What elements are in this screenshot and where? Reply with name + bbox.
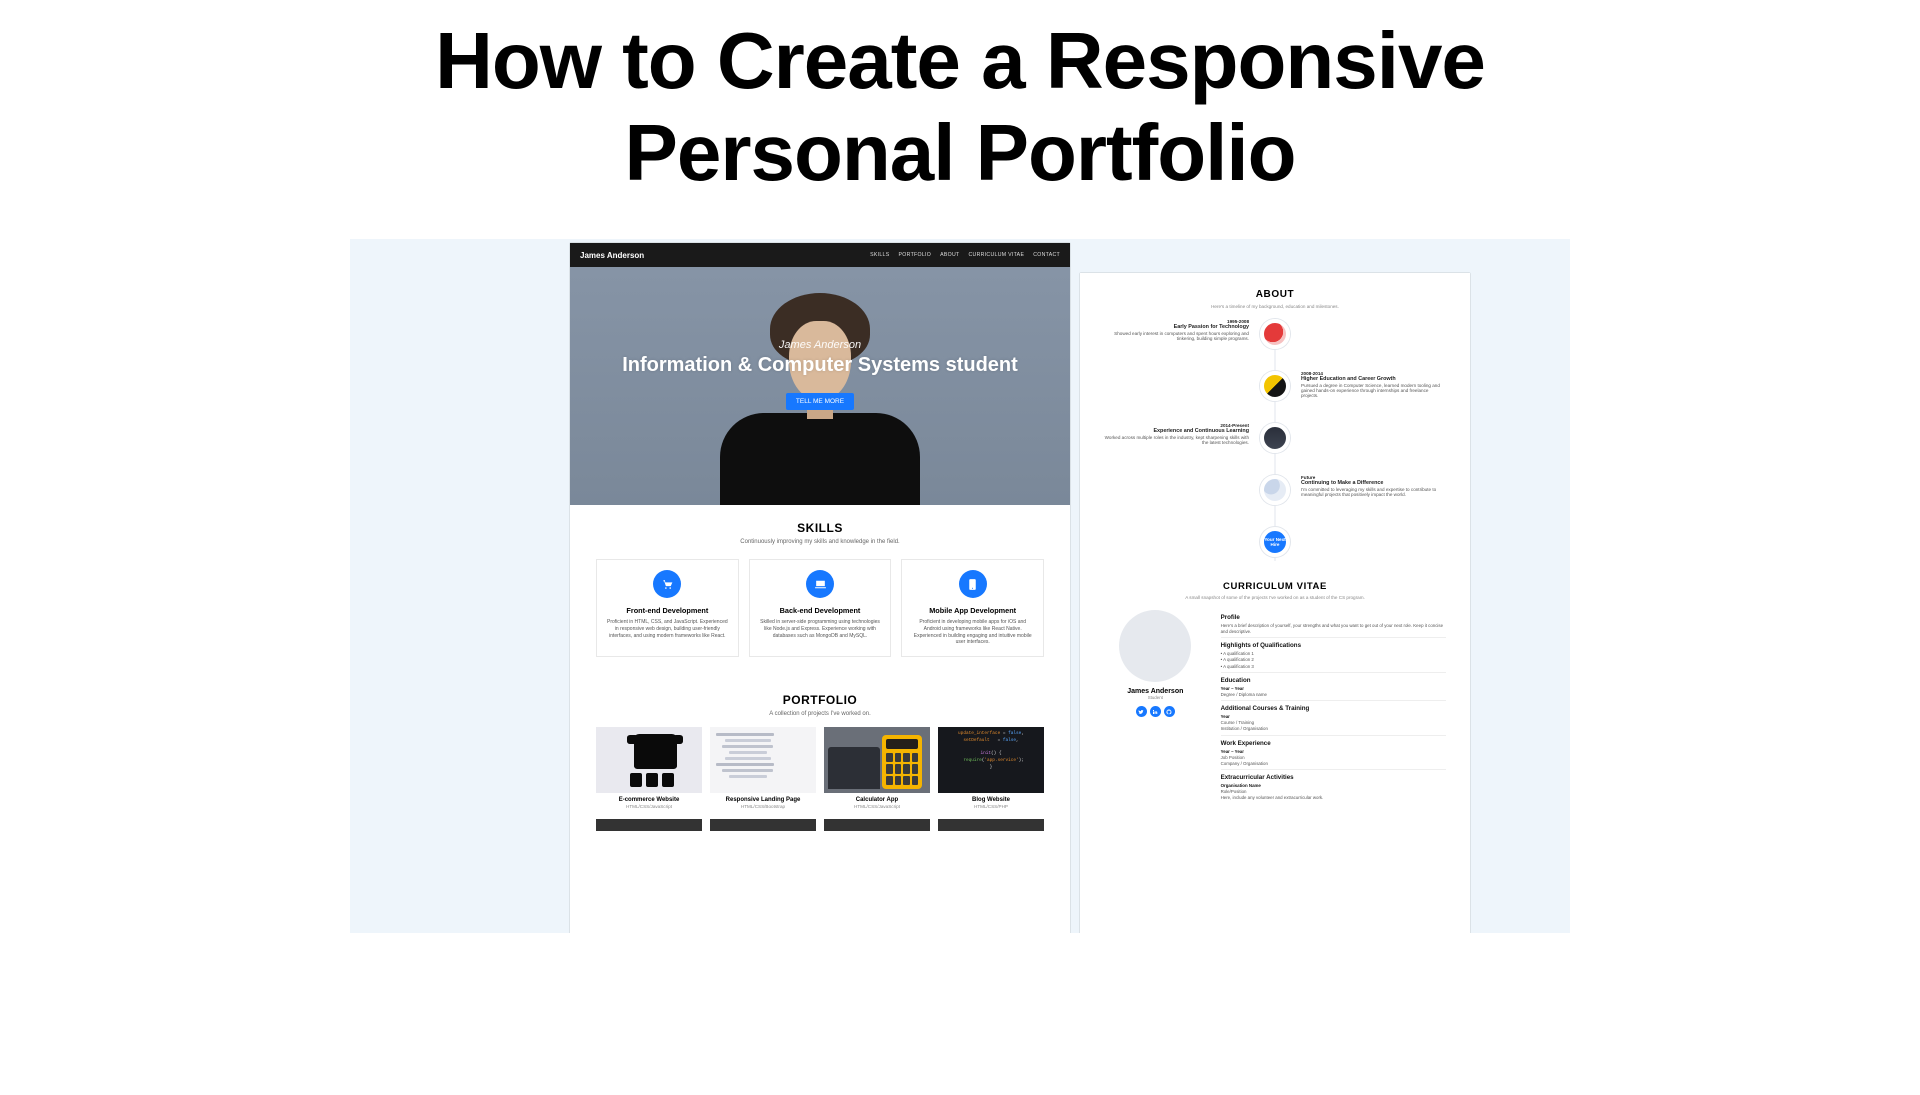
portfolio-tech: HTML/CSS/PHP	[938, 804, 1044, 809]
nav-portfolio[interactable]: PORTFOLIO	[899, 252, 932, 258]
page-title: How to Create a Responsive Personal Port…	[260, 15, 1660, 199]
portfolio-title: E-commerce Website	[596, 797, 702, 803]
cv-section-title: Education	[1221, 677, 1446, 684]
skill-desc: Proficient in developing mobile apps for…	[908, 619, 1037, 646]
cv-profile-text: Here's a brief description of yourself, …	[1221, 623, 1446, 635]
portfolio-title: Blog Website	[938, 797, 1044, 803]
timeline-dot-icon	[1260, 423, 1290, 453]
timeline-text: Pursued a degree in Computer Science, le…	[1301, 383, 1440, 398]
nav-contact[interactable]: CONTACT	[1033, 252, 1060, 258]
about-sub: Here's a timeline of my background, educ…	[1104, 304, 1446, 309]
cv-extra-line: Here, include any volunteer and extracur…	[1221, 795, 1446, 801]
skill-title: Back-end Development	[756, 606, 885, 615]
cv-qual-item: A qualification 3	[1221, 664, 1446, 670]
github-icon[interactable]	[1164, 706, 1175, 717]
timeline-text: Showed early interest in computers and s…	[1114, 331, 1249, 341]
skills-heading: SKILLS	[580, 521, 1060, 535]
timeline-title: Experience and Continuous Learning	[1104, 428, 1249, 434]
portfolio-tech: HTML/CSS/Bootstrap	[710, 804, 816, 809]
portfolio-item[interactable]: Calculator App HTML/CSS/JavaScript	[824, 727, 930, 809]
cart-icon	[653, 570, 681, 598]
cv-name: James Anderson	[1104, 688, 1207, 695]
cv-sidebar: James Anderson Student	[1104, 610, 1207, 802]
timeline-dot-icon	[1260, 319, 1290, 349]
skill-desc: Proficient in HTML, CSS, and JavaScript.…	[603, 619, 732, 639]
cv-section-title: Profile	[1221, 614, 1446, 621]
avatar	[1119, 610, 1191, 682]
brand[interactable]: James Anderson	[580, 251, 644, 260]
about-cv-page-preview: ABOUT Here's a timeline of my background…	[1080, 273, 1470, 933]
cv-section-title: Extracurricular Activities	[1221, 774, 1446, 781]
preview-canvas: James Anderson SKILLS PORTFOLIO ABOUT CU…	[350, 239, 1570, 933]
cv-main: Profile Here's a brief description of yo…	[1221, 610, 1446, 802]
timeline-text: Worked across multiple roles in the indu…	[1105, 435, 1249, 445]
skills-header: SKILLS Continuously improving my skills …	[570, 505, 1070, 551]
skill-card-backend: Back-end Development Skilled in server-s…	[749, 559, 892, 657]
nav-skills[interactable]: SKILLS	[870, 252, 889, 258]
skill-title: Front-end Development	[603, 606, 732, 615]
portfolio-item[interactable]: update_interface = false, setDefault = f…	[938, 727, 1044, 809]
timeline-item: 2014-Present Experience and Continuous L…	[1104, 423, 1446, 475]
cv-edu-line: Degree / Diploma name	[1221, 692, 1446, 698]
portfolio-item[interactable]: Responsive Landing Page HTML/CSS/Bootstr…	[710, 727, 816, 809]
cv-course-line: Institution / Organisation	[1221, 726, 1446, 732]
about-timeline: 1995-2008 Early Passion for Technology S…	[1104, 319, 1446, 561]
timeline-text: I'm committed to leveraging my skills an…	[1301, 487, 1436, 497]
timeline-item: 1995-2008 Early Passion for Technology S…	[1104, 319, 1446, 371]
linkedin-icon[interactable]	[1150, 706, 1161, 717]
portfolio-heading: PORTFOLIO	[580, 693, 1060, 707]
portfolio-row-2-peek	[570, 815, 1070, 831]
timeline-item: 2008-2014 Higher Education and Career Gr…	[1104, 371, 1446, 423]
skills-sub: Continuously improving my skills and kno…	[580, 539, 1060, 545]
about-heading: ABOUT	[1104, 289, 1446, 300]
skill-card-frontend: Front-end Development Proficient in HTML…	[596, 559, 739, 657]
twitter-icon[interactable]	[1136, 706, 1147, 717]
timeline-end: Your Next Hire	[1104, 527, 1446, 561]
portfolio-sub: A collection of projects I've worked on.	[580, 711, 1060, 717]
skill-title: Mobile App Development	[908, 606, 1037, 615]
cv-sub: A small snapshot of some of the projects…	[1104, 595, 1446, 600]
timeline-title: Continuing to Make a Difference	[1301, 480, 1446, 486]
skills-grid: Front-end Development Proficient in HTML…	[570, 551, 1070, 677]
hero-name: James Anderson	[570, 339, 1070, 351]
skill-desc: Skilled in server-side programming using…	[756, 619, 885, 639]
cv-section-title: Work Experience	[1221, 740, 1446, 747]
thumb-ecommerce	[596, 727, 702, 793]
portfolio-tech: HTML/CSS/JavaScript	[824, 804, 930, 809]
cv-body: James Anderson Student Profile Here's a …	[1104, 610, 1446, 802]
laptop-icon	[806, 570, 834, 598]
hero-cta-button[interactable]: TELL ME MORE	[786, 393, 854, 410]
cv-section-title: Additional Courses & Training	[1221, 705, 1446, 712]
nav-links: SKILLS PORTFOLIO ABOUT CURRICULUM VITAE …	[870, 252, 1060, 258]
cv-work-line: Company / Organisation	[1221, 761, 1446, 767]
thumb-landing	[710, 727, 816, 793]
thumb-blog: update_interface = false, setDefault = f…	[938, 727, 1044, 793]
timeline-dot-icon	[1260, 475, 1290, 505]
timeline-item: Future Continuing to Make a Difference I…	[1104, 475, 1446, 527]
timeline-title: Early Passion for Technology	[1104, 324, 1249, 330]
portfolio-title: Calculator App	[824, 797, 930, 803]
portfolio-grid: E-commerce Website HTML/CSS/JavaScript R…	[570, 723, 1070, 809]
timeline-title: Higher Education and Career Growth	[1301, 376, 1446, 382]
hero: James Anderson Information & Computer Sy…	[570, 267, 1070, 505]
cv-heading: CURRICULUM VITAE	[1104, 581, 1446, 592]
navbar: James Anderson SKILLS PORTFOLIO ABOUT CU…	[570, 243, 1070, 267]
thumb-calculator	[824, 727, 930, 793]
portfolio-page-preview: James Anderson SKILLS PORTFOLIO ABOUT CU…	[570, 243, 1070, 933]
cv-section-title: Highlights of Qualifications	[1221, 642, 1446, 649]
mobile-icon	[959, 570, 987, 598]
portfolio-title: Responsive Landing Page	[710, 797, 816, 803]
nav-cv[interactable]: CURRICULUM VITAE	[968, 252, 1024, 258]
skill-card-mobile: Mobile App Development Proficient in dev…	[901, 559, 1044, 657]
nav-about[interactable]: ABOUT	[940, 252, 959, 258]
timeline-final-dot: Your Next Hire	[1260, 527, 1290, 557]
timeline-dot-icon	[1260, 371, 1290, 401]
portfolio-header: PORTFOLIO A collection of projects I've …	[570, 677, 1070, 723]
hero-subtitle: Information & Computer Systems student	[570, 354, 1070, 376]
cv-role: Student	[1104, 695, 1207, 700]
portfolio-item[interactable]: E-commerce Website HTML/CSS/JavaScript	[596, 727, 702, 809]
portfolio-tech: HTML/CSS/JavaScript	[596, 804, 702, 809]
cv-social-row	[1104, 706, 1207, 717]
